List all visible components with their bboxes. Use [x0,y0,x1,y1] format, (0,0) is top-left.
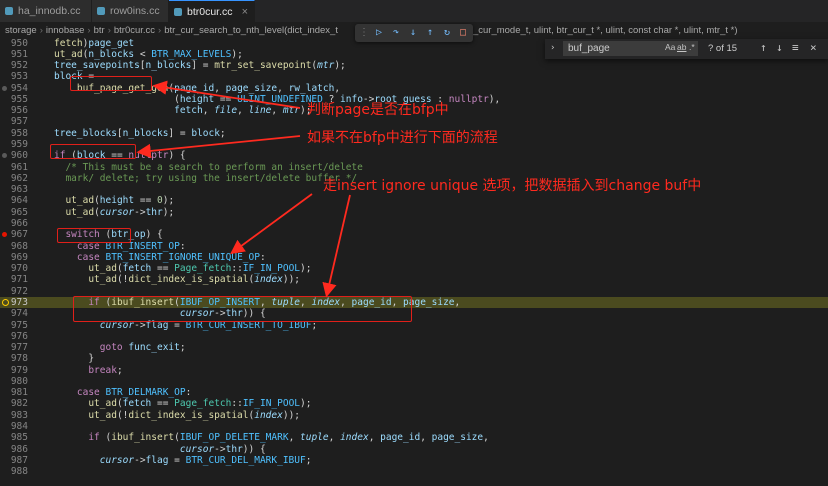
arrow-to-if-block-null [136,135,301,159]
arrow-to-buf-page-get-gen [152,80,301,109]
annotation-if-not-in-bfp: 如果不在bfp中进行下面的流程 [307,130,498,146]
arrow-to-ibuf-insert [322,194,351,298]
annotation-insert-ignore-unique: 走insert ignore unique 选项，把数据插入到change bu… [323,178,702,194]
arrow-to-case-insert-ignore [230,193,313,255]
annotation-arrows [136,80,351,298]
annotation-check-page-in-bfp: 判断page是否在bfp中 [307,102,449,118]
